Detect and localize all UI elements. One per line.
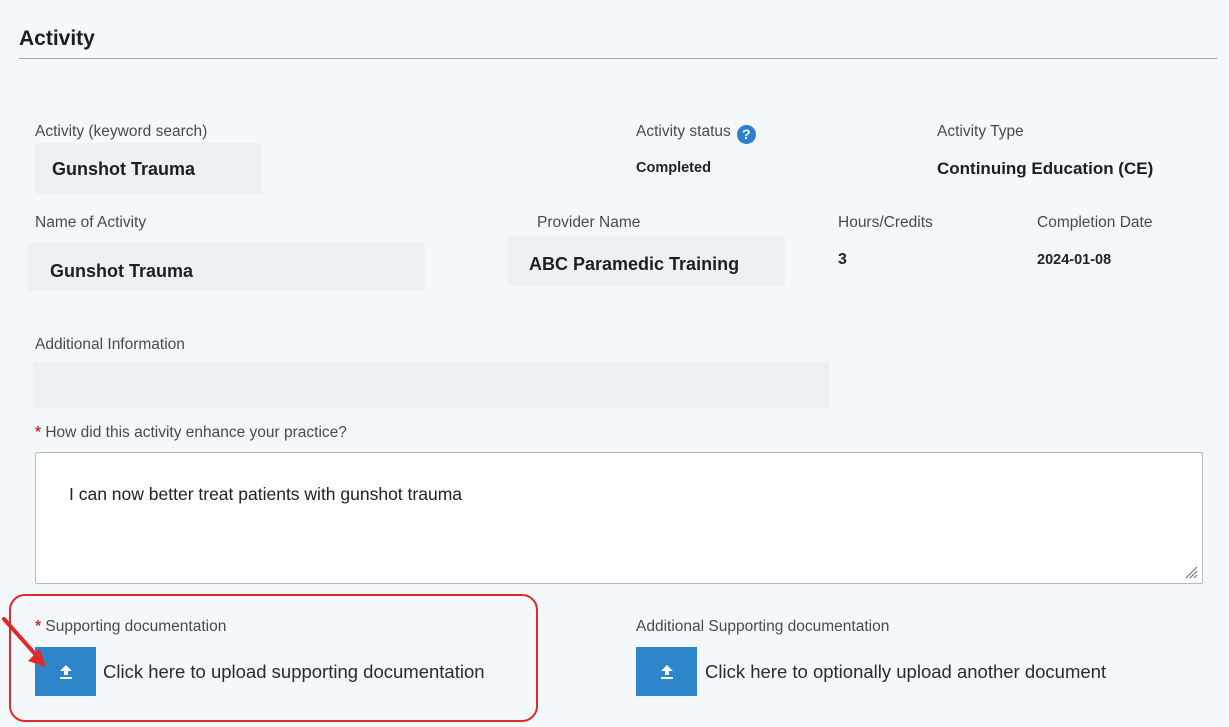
practice-enhancement-textarea[interactable]: I can now better treat patients with gun… [35, 452, 1203, 584]
question-circle-icon[interactable]: ? [736, 124, 756, 144]
hours-credits-label: Hours/Credits [838, 214, 933, 231]
additional-supporting-doc-label: Additional Supporting documentation [636, 618, 890, 635]
provider-name-input[interactable]: ABC Paramedic Training [508, 236, 785, 286]
activity-search-value: Gunshot Trauma [52, 159, 196, 179]
annotation-arrow-icon [2, 617, 46, 667]
additional-information-label: Additional Information [35, 336, 185, 353]
provider-name-label: Provider Name [537, 214, 641, 231]
upload-icon [660, 664, 673, 679]
section-title: Activity [19, 27, 95, 50]
practice-enhancement-value: I can now better treat patients with gun… [69, 484, 462, 504]
upload-additional-doc-link[interactable]: Click here to optionally upload another … [705, 661, 1106, 683]
practice-enhancement-label: * How did this activity enhance your pra… [35, 424, 347, 441]
provider-name-value: ABC Paramedic Training [529, 254, 740, 274]
highlight-box [9, 594, 538, 722]
upload-additional-doc-button[interactable] [636, 647, 697, 696]
name-of-activity-label: Name of Activity [35, 214, 147, 231]
completion-date-value: 2024-01-08 [1037, 252, 1112, 268]
required-asterisk: * [35, 424, 42, 441]
resize-handle-icon[interactable] [1184, 565, 1198, 579]
activity-type-value: Continuing Education (CE) [937, 159, 1154, 178]
hours-credits-value: 3 [838, 251, 847, 268]
activity-type-label: Activity Type [937, 123, 1024, 140]
additional-information-input[interactable] [33, 362, 829, 408]
activity-search-label: Activity (keyword search) [35, 123, 208, 140]
name-of-activity-value: Gunshot Trauma [50, 261, 194, 281]
activity-search-input[interactable]: Gunshot Trauma [35, 143, 262, 194]
name-of-activity-input[interactable]: Gunshot Trauma [28, 243, 425, 291]
section-divider [19, 58, 1217, 59]
completion-date-label: Completion Date [1037, 214, 1153, 231]
activity-status-value: Completed [636, 160, 711, 176]
activity-status-label: Activity status? [636, 123, 756, 144]
